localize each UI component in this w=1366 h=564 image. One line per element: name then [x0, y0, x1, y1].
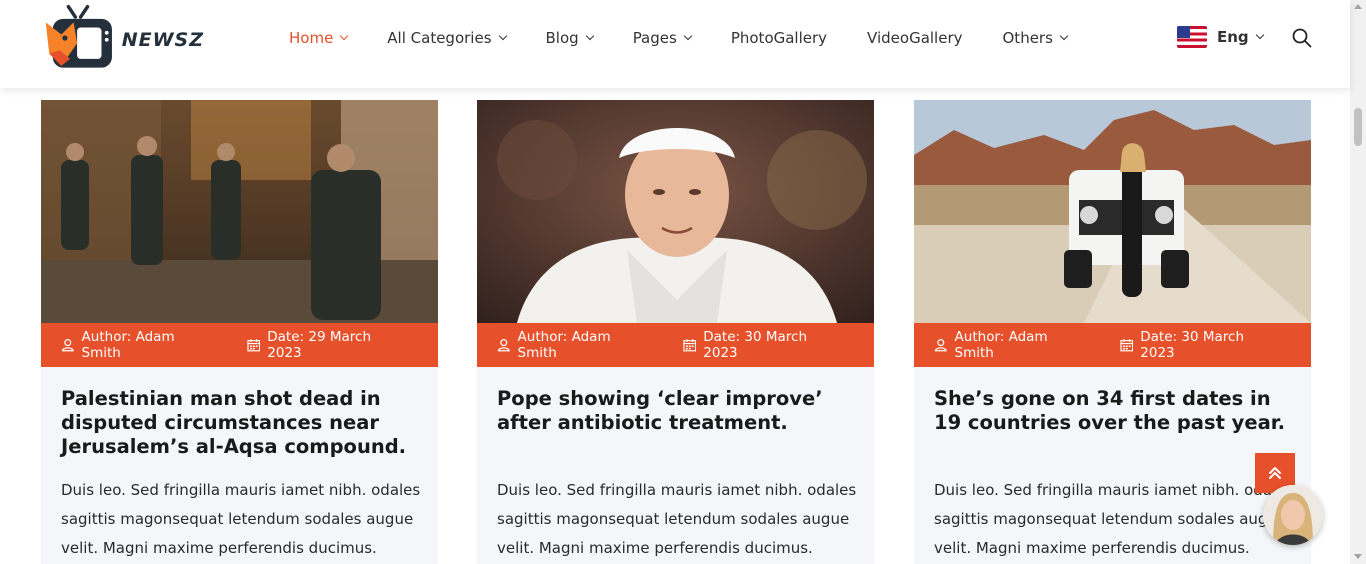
article-image[interactable] [41, 100, 438, 323]
chevron-down-icon [585, 31, 594, 41]
user-icon [497, 339, 510, 352]
site-header: NEWSZ Home All Categories Blog Pages Pho… [0, 0, 1350, 88]
main-nav: Home All Categories Blog Pages PhotoGall… [289, 26, 1107, 50]
language-label: Eng [1217, 28, 1249, 46]
us-flag-icon [1177, 26, 1207, 48]
news-card[interactable]: Author: Adam Smith Date: 29 March 2023 P… [41, 100, 438, 564]
tv-fox-logo-icon [45, 4, 112, 68]
article-photo [477, 100, 874, 323]
nav-item-blog[interactable]: Blog [545, 29, 594, 47]
nav-item-label: Blog [545, 29, 579, 47]
scroll-thumb[interactable] [1354, 108, 1362, 146]
nav-item-videogallery[interactable]: VideoGallery [867, 29, 962, 47]
language-selector[interactable]: Eng [1177, 26, 1264, 48]
nav-item-label: All Categories [387, 29, 492, 47]
chevron-down-icon [1255, 30, 1264, 40]
article-excerpt: Duis leo. Sed fringilla mauris iamet nib… [934, 481, 1294, 557]
author-text: Author: Adam Smith [81, 329, 175, 361]
nav-item-label: PhotoGallery [730, 29, 828, 47]
calendar-icon [247, 339, 260, 352]
news-card[interactable]: Author: Adam Smith Date: 30 March 2023 S… [914, 100, 1311, 564]
article-image[interactable] [914, 100, 1311, 323]
article-excerpt: Duis leo. Sed fringilla mauris iamet nib… [61, 481, 421, 557]
scroll-up-arrow-icon[interactable] [1354, 4, 1362, 9]
search-icon [1292, 28, 1312, 48]
nav-item-label: Home [289, 29, 334, 47]
nav-item-label: Pages [632, 29, 677, 47]
nav-item-all-categories[interactable]: All Categories [387, 29, 507, 47]
author-text: Author: Adam Smith [954, 329, 1048, 361]
article-author[interactable]: Author: Adam Smith [61, 329, 214, 361]
logo-text: NEWSZ [121, 29, 204, 51]
article-title[interactable]: She’s gone on 34 first dates in 19 count… [934, 387, 1299, 435]
article-date: Date: 29 March 2023 [247, 329, 405, 361]
scroll-down-arrow-icon[interactable] [1354, 554, 1362, 559]
search-button[interactable] [1291, 27, 1313, 49]
article-meta: Author: Adam Smith Date: 29 March 2023 [41, 323, 438, 367]
user-icon [61, 339, 74, 352]
date-text: Date: 30 March 2023 [703, 329, 807, 361]
double-chevron-up-icon [1269, 467, 1281, 479]
article-author[interactable]: Author: Adam Smith [934, 329, 1087, 361]
article-photo [41, 100, 438, 323]
nav-item-photogallery[interactable]: PhotoGallery [731, 29, 827, 47]
article-meta: Author: Adam Smith Date: 30 March 2023 [914, 323, 1311, 367]
article-author[interactable]: Author: Adam Smith [497, 329, 650, 361]
news-card[interactable]: Author: Adam Smith Date: 30 March 2023 P… [477, 100, 874, 564]
chevron-down-icon [1059, 31, 1069, 41]
nav-item-label: VideoGallery [867, 29, 963, 47]
nav-item-others[interactable]: Others [1002, 29, 1069, 47]
article-photo [914, 100, 1311, 323]
date-text: Date: 29 March 2023 [267, 329, 371, 361]
article-date: Date: 30 March 2023 [683, 329, 841, 361]
article-image[interactable] [477, 100, 874, 323]
article-meta: Author: Adam Smith Date: 30 March 2023 [477, 323, 874, 367]
author-text: Author: Adam Smith [517, 329, 611, 361]
nav-item-label: Others [1002, 29, 1053, 47]
nav-item-pages[interactable]: Pages [632, 29, 693, 47]
page-scrollbar[interactable] [1350, 0, 1366, 564]
site-logo[interactable]: NEWSZ [44, 0, 204, 76]
article-title[interactable]: Palestinian man shot dead in disputed ci… [61, 387, 426, 459]
calendar-icon [1120, 339, 1133, 352]
date-text: Date: 30 March 2023 [1140, 329, 1244, 361]
calendar-icon [683, 339, 696, 352]
nav-item-home[interactable]: Home [289, 29, 349, 47]
chevron-down-icon [498, 31, 507, 41]
user-icon [934, 339, 947, 352]
article-date: Date: 30 March 2023 [1120, 329, 1278, 361]
chat-avatar[interactable] [1263, 485, 1323, 545]
avatar-photo [1263, 485, 1323, 545]
article-title[interactable]: Pope showing ‘clear improve’ after antib… [497, 387, 862, 435]
chevron-down-icon [340, 31, 349, 41]
article-excerpt: Duis leo. Sed fringilla mauris iamet nib… [497, 481, 857, 557]
chevron-down-icon [683, 31, 693, 41]
